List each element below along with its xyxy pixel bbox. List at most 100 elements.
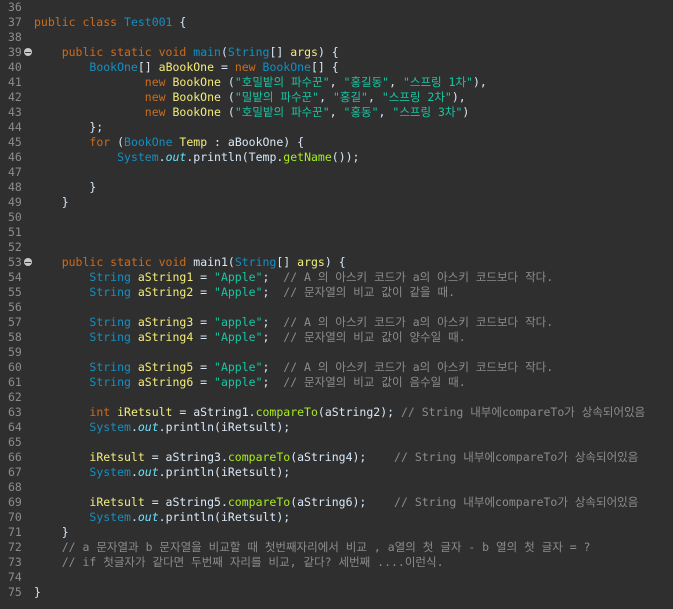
line-number: 63 xyxy=(8,405,22,419)
code-line[interactable]: 43 new BookOne ("호밀밭의 파수꾼", "홍동", "스프링 3… xyxy=(0,105,673,120)
code-token: (aString2); xyxy=(317,405,401,419)
code-token: [] { xyxy=(310,60,339,74)
code-token: out xyxy=(137,420,159,434)
code-line[interactable]: 36 xyxy=(0,0,673,15)
code-token: compareTo xyxy=(227,495,291,509)
code-line[interactable]: 63 int iRetsult = aString1.compareTo(aSt… xyxy=(0,405,673,420)
code-token: ( xyxy=(220,90,235,104)
code-line[interactable]: 48 } xyxy=(0,180,673,195)
code-line[interactable]: 75} xyxy=(0,585,673,600)
code-line[interactable]: 39 public static void main(String[] args… xyxy=(0,45,673,60)
code-line[interactable]: 49 } xyxy=(0,195,673,210)
code-line[interactable]: 46 System.out.println(Temp.getName()); xyxy=(0,150,673,165)
code-line[interactable]: 60 String aString5 = "Apple"; // A 의 아스키… xyxy=(0,360,673,375)
code-text: System.out.println(iRetsult); xyxy=(34,420,290,435)
code-line[interactable]: 67 System.out.println(iRetsult); xyxy=(0,465,673,480)
code-line[interactable]: 41 new BookOne ("호밀밭의 파수꾼", "홍길동", "스프링 … xyxy=(0,75,673,90)
code-line[interactable]: 71 } xyxy=(0,525,673,540)
code-line[interactable]: 68 xyxy=(0,480,673,495)
code-token: aString2 xyxy=(137,285,194,299)
code-line[interactable]: 40 BookOne[] aBookOne = new BookOne[] { xyxy=(0,60,673,75)
code-line[interactable]: 61 String aString6 = "apple"; // 문자열의 비교… xyxy=(0,375,673,390)
code-line[interactable]: 44 }; xyxy=(0,120,673,135)
code-line[interactable]: 50 xyxy=(0,210,673,225)
line-number: 68 xyxy=(8,480,22,494)
code-line[interactable]: 73 // if 첫글자가 같다면 두번째 자리를 비교, 같다? 세번째 ..… xyxy=(0,555,673,570)
code-token: args xyxy=(290,45,318,59)
code-text: int iRetsult = aString1.compareTo(aStrin… xyxy=(34,405,645,420)
code-text: System.out.println(iRetsult); xyxy=(34,465,290,480)
code-token: : aBookOne) { xyxy=(207,135,305,149)
code-token: "홍길동" xyxy=(343,75,390,89)
code-token: System xyxy=(89,465,131,479)
code-text: // if 첫글자가 같다면 두번째 자리를 비교, 같다? 세번째 ....이… xyxy=(34,555,444,570)
code-line[interactable]: 53 public static void main1(String[] arg… xyxy=(0,255,673,270)
code-line[interactable]: 57 String aString3 = "apple"; // A 의 아스키… xyxy=(0,315,673,330)
code-token: . xyxy=(130,465,138,479)
code-line[interactable]: 54 String aString1 = "Apple"; // A 의 아스키… xyxy=(0,270,673,285)
code-line[interactable]: 74 xyxy=(0,570,673,585)
code-token: new xyxy=(144,105,173,119)
code-token: . xyxy=(158,150,166,164)
code-line[interactable]: 72 // a 문자열과 b 문자열을 비교할 때 첫번째자리에서 비교 , a… xyxy=(0,540,673,555)
code-token: out xyxy=(165,150,187,164)
code-token: "Apple" xyxy=(214,285,263,299)
code-text: new BookOne ("호밀밭의 파수꾼", "홍길동", "스프링 1차"… xyxy=(34,75,487,90)
code-token: .println(Temp. xyxy=(186,150,284,164)
code-token: aString1 xyxy=(137,270,194,284)
code-text: for (BookOne Temp : aBookOne) { xyxy=(34,135,304,150)
code-editor[interactable]: 36 37 public class Test001 {38 39 public st… xyxy=(0,0,673,609)
code-line[interactable]: 37 public class Test001 { xyxy=(0,15,673,30)
code-line[interactable]: 42 new BookOne ("밀밭의 파수꾼", "홍길", "스프링 2차… xyxy=(0,90,673,105)
code-line[interactable]: 38 xyxy=(0,30,673,45)
code-token: } xyxy=(34,195,69,209)
line-number: 49 xyxy=(8,195,22,209)
code-line[interactable]: 70 System.out.println(iRetsult); xyxy=(0,510,673,525)
code-token: new xyxy=(234,60,263,74)
code-text: public class Test001 { xyxy=(34,15,186,30)
line-number: 69 xyxy=(8,495,22,509)
code-line[interactable]: 69 iRetsult = aString5.compareTo(aString… xyxy=(0,495,673,510)
fold-collapse-icon[interactable] xyxy=(24,258,32,266)
code-line[interactable]: 65 xyxy=(0,435,673,450)
code-line[interactable]: 62 xyxy=(0,390,673,405)
code-token: "홍길" xyxy=(332,90,368,104)
code-token: { xyxy=(172,15,187,29)
code-token: = aString1. xyxy=(172,405,256,419)
code-token: aString6 xyxy=(137,375,194,389)
code-line[interactable]: 55 String aString2 = "Apple"; // 문자열의 비교… xyxy=(0,285,673,300)
code-token: BookOne xyxy=(172,75,221,89)
code-line[interactable]: 64 System.out.println(iRetsult); xyxy=(0,420,673,435)
code-token: ( xyxy=(220,45,228,59)
code-line[interactable]: 47 xyxy=(0,165,673,180)
line-number: 66 xyxy=(8,450,22,464)
code-token: new xyxy=(144,90,173,104)
code-line[interactable]: 52 xyxy=(0,240,673,255)
code-line[interactable]: 59 xyxy=(0,345,673,360)
line-number: 46 xyxy=(8,150,22,164)
code-token: (aString4); xyxy=(290,450,395,464)
code-line[interactable]: 51 xyxy=(0,225,673,240)
line-number: 75 xyxy=(8,585,22,599)
code-text: public static void main(String[] args) { xyxy=(34,45,339,60)
code-line[interactable]: 45 for (BookOne Temp : aBookOne) { xyxy=(0,135,673,150)
code-token: compareTo xyxy=(227,450,291,464)
code-token: , xyxy=(378,105,393,119)
code-token: iRetsult xyxy=(89,495,145,509)
code-line[interactable]: 66 iRetsult = aString3.compareTo(aString… xyxy=(0,450,673,465)
code-token: String xyxy=(89,285,138,299)
line-number: 71 xyxy=(8,525,22,539)
code-token: , xyxy=(329,105,344,119)
code-token: out xyxy=(137,465,159,479)
code-token: . xyxy=(130,510,138,524)
code-line[interactable]: 56 xyxy=(0,300,673,315)
code-line[interactable]: 58 String aString4 = "Apple"; // 문자열의 비교… xyxy=(0,330,673,345)
fold-collapse-icon[interactable] xyxy=(24,48,32,56)
code-token: // String 내부에compareTo가 상속되어있음 xyxy=(400,405,646,419)
